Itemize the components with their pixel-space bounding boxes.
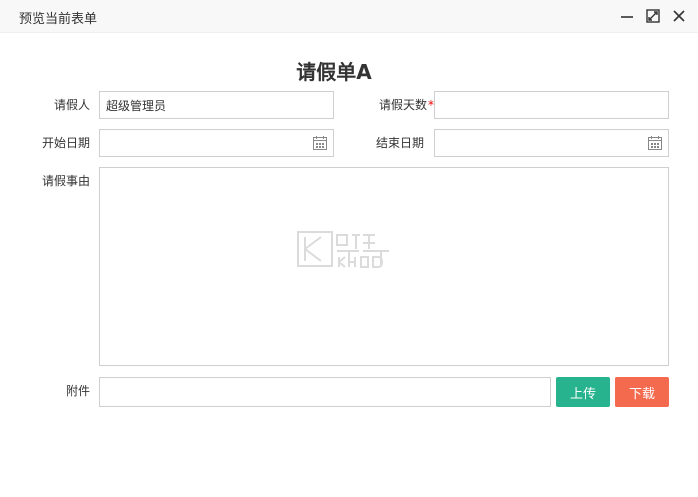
- days-input[interactable]: [434, 91, 669, 119]
- khod-watermark-logo: [297, 229, 395, 269]
- window-title: 预览当前表单: [19, 12, 98, 27]
- form-title: 请假单A: [296, 60, 372, 84]
- start-date-label: 开始日期: [41, 136, 90, 150]
- download-button[interactable]: 下载: [615, 377, 669, 407]
- window-titlebar: 预览当前表单: [0, 0, 698, 33]
- calendar-icon[interactable]: [312, 135, 328, 151]
- calendar-icon[interactable]: [647, 135, 663, 151]
- upload-button[interactable]: 上传: [556, 377, 610, 407]
- end-date-input[interactable]: [434, 129, 669, 157]
- attachment-label: 附件: [65, 384, 90, 398]
- applicant-input[interactable]: [99, 91, 334, 119]
- applicant-label: 请假人: [53, 98, 90, 112]
- attachment-input[interactable]: [99, 377, 551, 407]
- maximize-icon[interactable]: [645, 8, 661, 24]
- reason-label: 请假事由: [41, 174, 90, 188]
- close-icon[interactable]: [671, 8, 687, 24]
- end-date-label: 结束日期: [375, 136, 424, 150]
- days-label: 请假天数*: [344, 91, 434, 119]
- minimize-icon[interactable]: [619, 8, 635, 24]
- days-label-text: 请假天数: [378, 98, 427, 112]
- start-date-input[interactable]: [99, 129, 334, 157]
